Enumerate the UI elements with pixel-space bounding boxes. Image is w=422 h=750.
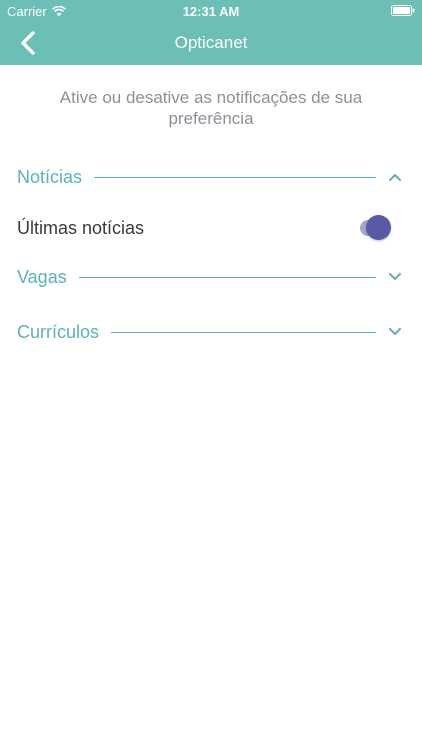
section-label: Notícias: [17, 166, 83, 187]
setting-row-ultimas-noticias: Últimas notícias: [17, 214, 392, 242]
section-header-curriculos[interactable]: Currículos: [17, 320, 402, 344]
setting-label: Últimas notícias: [17, 217, 145, 238]
section-header-vagas[interactable]: Vagas: [17, 265, 402, 289]
toggle-thumb: [366, 215, 391, 240]
chevron-down-icon: [388, 272, 402, 282]
section-divider: [94, 176, 376, 178]
section-label: Vagas: [17, 266, 67, 287]
section-label: Currículos: [17, 321, 100, 342]
page-title: Opticanet: [174, 33, 248, 52]
navigation-bar: Opticanet: [0, 22, 422, 65]
app-header: Carrier 12:31 AM Opticanet: [0, 0, 422, 65]
chevron-up-icon: [388, 172, 402, 182]
battery-icon: [391, 5, 415, 16]
ultimas-noticias-toggle[interactable]: [360, 214, 392, 242]
section-divider: [111, 331, 376, 333]
intro-text: Ative ou desative as notificações de sua…: [59, 88, 363, 128]
status-time: 12:31 AM: [182, 4, 240, 19]
section-divider: [78, 276, 376, 278]
chevron-down-icon: [388, 327, 402, 337]
status-bar: Carrier 12:31 AM: [0, 0, 422, 22]
section-header-noticias[interactable]: Notícias: [17, 165, 402, 189]
